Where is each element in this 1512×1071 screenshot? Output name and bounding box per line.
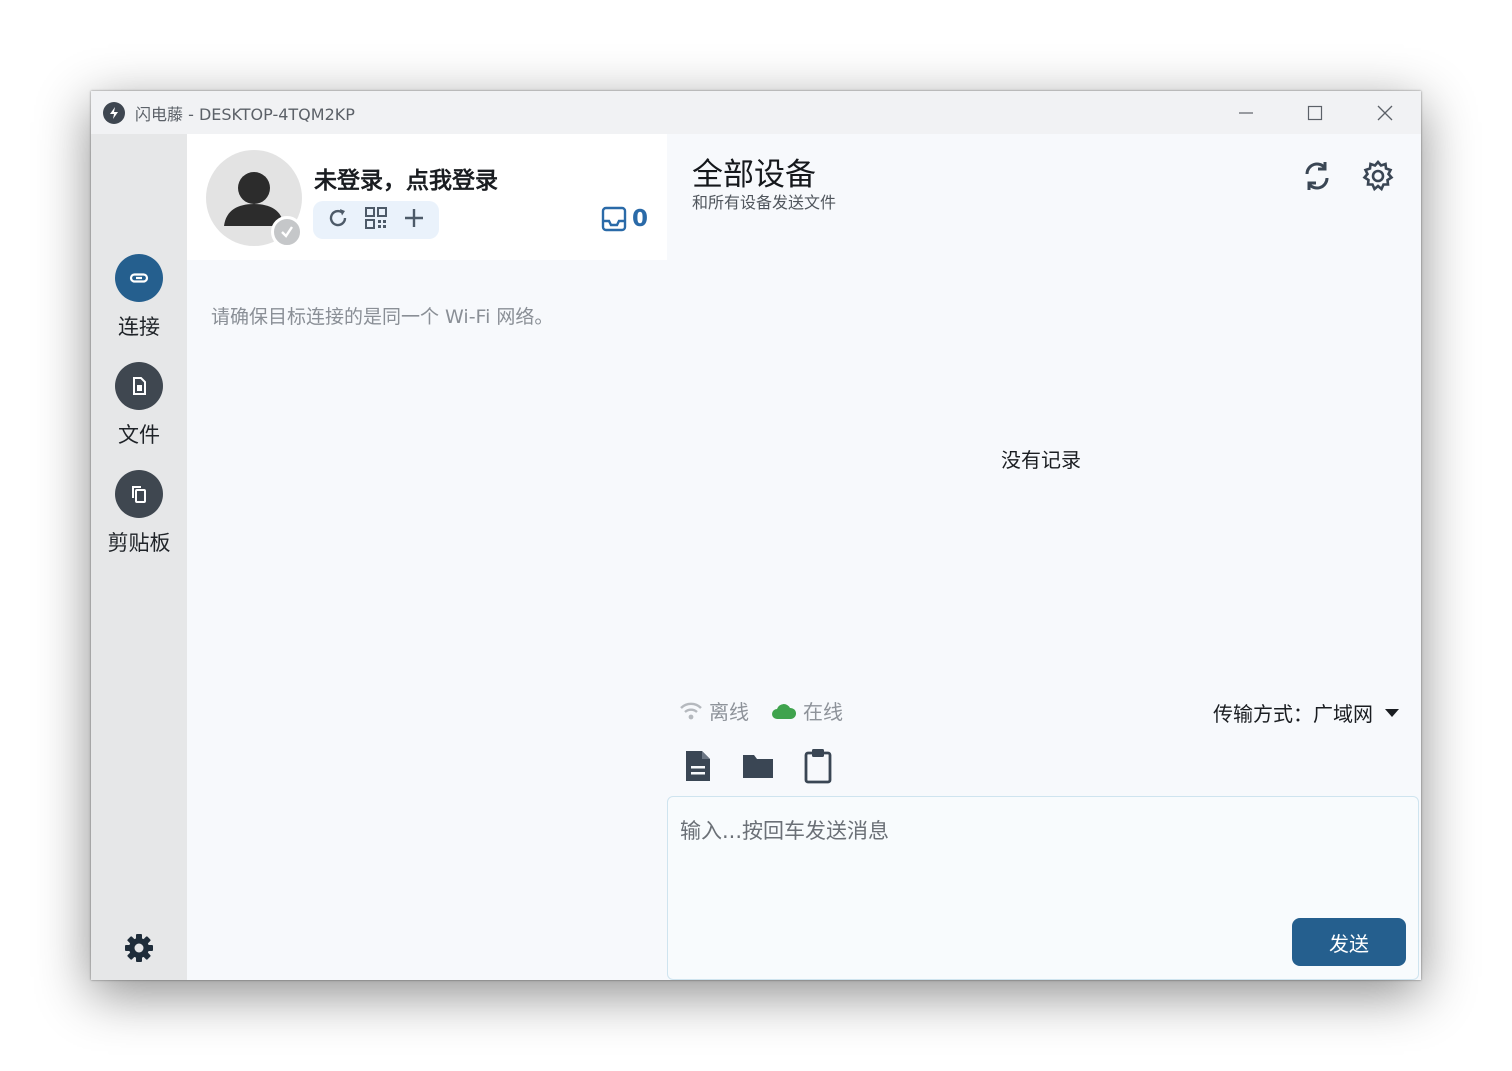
refresh-icon[interactable] [326, 206, 350, 234]
nav-label: 连接 [118, 315, 160, 339]
dropdown-arrow-icon [1385, 708, 1399, 717]
title-bar: 闪电藤 - DESKTOP-4TQM2KP [91, 91, 1421, 134]
inbox-button[interactable]: 0 [601, 206, 648, 232]
wifi-hint-text: 请确保目标连接的是同一个 Wi-Fi 网络。 [211, 306, 554, 328]
online-status: 在线 [771, 696, 843, 725]
inbox-icon [601, 206, 627, 232]
transfer-value: 广域网 [1313, 702, 1373, 726]
transfer-label: 传输方式： [1213, 702, 1313, 726]
maximize-button[interactable] [1280, 91, 1350, 134]
minimize-button[interactable] [1211, 91, 1281, 134]
window-title: 闪电藤 - DESKTOP-4TQM2KP [135, 104, 355, 124]
settings-gear-icon[interactable] [1361, 159, 1395, 193]
link-icon [115, 254, 163, 302]
qr-code-icon[interactable] [364, 206, 388, 234]
clipboard-icon[interactable] [801, 748, 835, 784]
folder-icon[interactable] [741, 748, 775, 784]
page-subtitle: 和所有设备发送文件 [692, 193, 837, 212]
message-composer: 发送 [667, 796, 1419, 980]
devices-panel: 全部设备 和所有设备发送文件 没有记录 离线 在线 传输方式： 广域网 输入..… [667, 134, 1421, 980]
inbox-count: 0 [632, 206, 649, 232]
profile-card: 未登录，点我登录 0 [187, 134, 667, 260]
wifi-icon [680, 702, 702, 719]
message-input[interactable] [680, 811, 1280, 851]
transfer-mode-dropdown[interactable]: 传输方式： 广域网 [1213, 698, 1399, 727]
offline-status: 离线 [679, 696, 749, 725]
nav-rail: 连接 文件 剪贴板 [91, 134, 187, 980]
nav-item-connect[interactable]: 连接 [91, 254, 187, 341]
attach-toolbar [681, 748, 861, 784]
gear-icon[interactable] [123, 932, 155, 964]
device-status-legend: 离线 在线 [679, 696, 865, 725]
cloud-icon [772, 703, 797, 719]
empty-records-text: 没有记录 [1001, 448, 1081, 472]
page-title: 全部设备 [692, 157, 816, 193]
app-logo-icon [103, 101, 125, 124]
send-button[interactable]: 发送 [1292, 918, 1406, 966]
plus-icon[interactable] [402, 206, 426, 234]
clipboard-copy-icon [115, 470, 163, 518]
profile-actions [313, 201, 439, 239]
login-link[interactable]: 未登录，点我登录 [314, 161, 498, 195]
nav-label: 文件 [118, 423, 160, 447]
close-button[interactable] [1350, 91, 1420, 134]
connect-panel: 未登录，点我登录 0 请确保目标连接的是同一个 Wi-Fi 网络。 [187, 134, 667, 980]
online-label: 在线 [803, 700, 843, 724]
sync-icon[interactable] [1300, 159, 1334, 193]
verified-badge-icon [271, 216, 303, 248]
offline-label: 离线 [709, 700, 749, 724]
app-window: 闪电藤 - DESKTOP-4TQM2KP 连接 文件 剪贴板 未登录，点我登录… [91, 91, 1421, 980]
nav-item-clipboard[interactable]: 剪贴板 [91, 470, 187, 557]
nav-item-files[interactable]: 文件 [91, 362, 187, 449]
nav-label: 剪贴板 [107, 531, 171, 555]
file-icon [115, 362, 163, 410]
document-icon[interactable] [681, 748, 715, 784]
